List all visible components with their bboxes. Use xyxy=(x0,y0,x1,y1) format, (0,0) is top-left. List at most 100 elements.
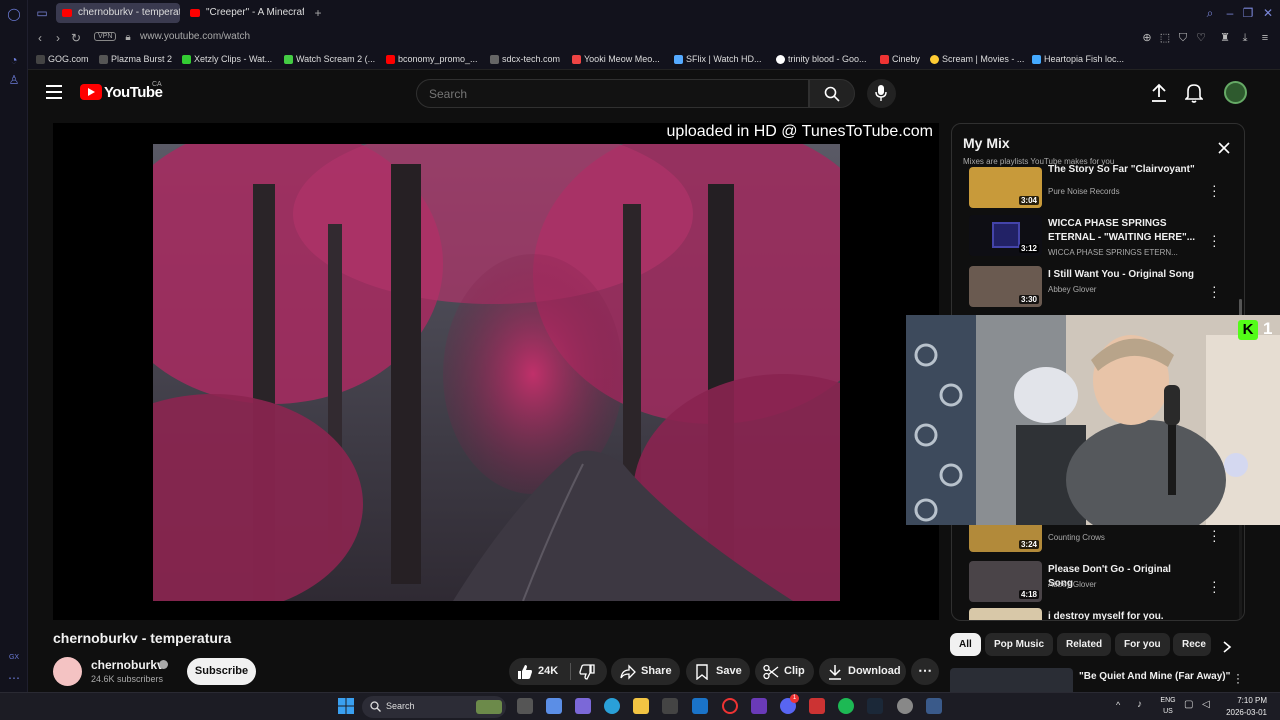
back-icon[interactable]: ‹ xyxy=(32,30,48,46)
upload-icon[interactable] xyxy=(1150,83,1168,103)
copilot-icon[interactable] xyxy=(546,698,562,714)
pocket-icon[interactable]: ⛉ xyxy=(1176,31,1190,45)
new-tab-icon[interactable]: + xyxy=(310,5,326,21)
chip-all[interactable]: All xyxy=(950,633,981,656)
tab-creeper[interactable]: "Creeper" - A Minecraft Pa xyxy=(184,3,304,23)
notifications-bell-icon[interactable] xyxy=(1185,83,1203,103)
spotify-icon[interactable] xyxy=(838,698,854,714)
steam-icon[interactable] xyxy=(867,698,883,714)
snapshot-icon[interactable]: ⬚ xyxy=(1158,31,1172,45)
more-icon[interactable]: ⋯ xyxy=(6,670,22,686)
bookmark-item[interactable]: Scream | Movies - ... xyxy=(930,54,1024,64)
opera-gx-icon[interactable] xyxy=(722,698,738,714)
chip-for-you[interactable]: For you xyxy=(1115,633,1170,656)
bookmark-item[interactable]: sdcx-tech.com xyxy=(490,54,560,64)
share-button[interactable]: Share xyxy=(611,658,680,685)
system-clock[interactable]: 7:10 PM 2026-03-01 xyxy=(1225,695,1267,719)
settings-icon[interactable] xyxy=(926,698,942,714)
url-field[interactable]: www.youtube.com/watch xyxy=(140,31,250,42)
language-indicator[interactable]: ENG US xyxy=(1158,695,1178,717)
kebab-menu-icon[interactable]: · · · xyxy=(1212,178,1217,202)
menu-icon[interactable]: ≡ xyxy=(1258,31,1272,45)
bookmark-item[interactable]: Cineby xyxy=(880,54,920,64)
save-button[interactable]: Save xyxy=(686,658,750,685)
chip-related[interactable]: Related xyxy=(1057,633,1112,656)
bookmark-item[interactable]: Watch Scream 2 (... xyxy=(284,54,375,64)
search-button[interactable] xyxy=(809,79,855,108)
kebab-menu-icon[interactable]: · · · xyxy=(1212,279,1217,303)
gx-social-icon[interactable]: ♙ xyxy=(6,72,22,88)
playlist-item[interactable]: 3:12 WICCA PHASE SPRINGS ETERNAL - "WAIT… xyxy=(969,215,1229,260)
download-button[interactable]: Download xyxy=(819,658,906,685)
playlist-item[interactable]: 4:18 Please Don't Go - Original Song Abb… xyxy=(969,561,1229,606)
dislike-icon[interactable] xyxy=(579,664,595,680)
visual-studio-icon[interactable] xyxy=(751,698,767,714)
search-tabs-icon[interactable]: ⌕ xyxy=(1202,5,1218,21)
playlist-item[interactable]: 3:30 I Still Want You - Original Song Ab… xyxy=(969,266,1229,311)
download-icon[interactable]: ⤓ xyxy=(1238,31,1252,45)
kebab-menu-icon[interactable]: · · · xyxy=(1212,523,1217,547)
tray-chevron-icon[interactable]: ^ xyxy=(1116,700,1120,710)
voice-search-button[interactable] xyxy=(867,79,896,108)
next-video-title[interactable]: "Be Quiet And Mine (Far Away)" xyxy=(1079,671,1230,682)
search-input[interactable] xyxy=(429,87,789,101)
minimize-icon[interactable]: – xyxy=(1222,5,1238,21)
account-avatar[interactable] xyxy=(1224,81,1247,104)
zoom-icon[interactable]: ⊕ xyxy=(1140,31,1154,45)
file-explorer-icon[interactable] xyxy=(633,698,649,714)
hamburger-menu-icon[interactable] xyxy=(46,85,62,99)
app-icon[interactable] xyxy=(809,698,825,714)
teams-icon[interactable] xyxy=(575,698,591,714)
tab-islands-icon[interactable]: ▭ xyxy=(34,5,50,21)
outlook-icon[interactable] xyxy=(692,698,708,714)
task-view-icon[interactable] xyxy=(517,698,533,714)
bookmark-item[interactable]: bconomy_promo_... xyxy=(386,54,478,64)
close-window-icon[interactable]: ✕ xyxy=(1260,5,1276,21)
edge-icon[interactable] xyxy=(604,698,620,714)
obs-icon[interactable] xyxy=(897,698,913,714)
chip-recent[interactable]: Rece xyxy=(1173,633,1211,656)
lock-icon[interactable]: 🔒︎ xyxy=(120,30,136,46)
next-video-thumbnail[interactable] xyxy=(950,668,1073,692)
heart-icon[interactable]: ♡ xyxy=(1194,31,1208,45)
microphone-tray-icon[interactable]: ♪ xyxy=(1137,699,1142,710)
chip-pop-music[interactable]: Pop Music xyxy=(985,633,1054,656)
tab-youtube[interactable]: chernoburkv - temperatura xyxy=(56,3,180,23)
bookmark-item[interactable]: Xetzly Clips - Wat... xyxy=(182,54,272,64)
video-frame[interactable] xyxy=(153,144,840,601)
more-actions-icon[interactable]: ⋯ xyxy=(911,658,939,685)
playlist-item[interactable]: 3:04 The Story So Far "Clairvoyant" Pure… xyxy=(969,164,1229,212)
search-box[interactable] xyxy=(416,79,809,108)
discord-icon[interactable]: 1 xyxy=(780,694,799,714)
subscribe-button[interactable]: Subscribe xyxy=(187,658,256,685)
store-icon[interactable] xyxy=(662,698,678,714)
taskbar-search[interactable]: Search xyxy=(362,696,506,718)
video-player[interactable]: uploaded in HD @ TunesToTube.com xyxy=(53,123,939,620)
channel-avatar[interactable] xyxy=(53,657,82,686)
close-icon[interactable] xyxy=(1218,142,1230,154)
kebab-menu-icon[interactable]: · · · xyxy=(1212,574,1217,598)
like-icon[interactable] xyxy=(517,664,533,680)
like-count[interactable]: 24K xyxy=(538,658,558,685)
kebab-menu-icon[interactable]: · · · xyxy=(1212,228,1217,252)
bookmark-item[interactable]: GOG.com xyxy=(36,54,89,64)
restore-icon[interactable]: ❐ xyxy=(1240,5,1256,21)
vpn-badge[interactable]: VPN xyxy=(94,32,117,41)
channel-name[interactable]: chernoburkv xyxy=(91,658,164,672)
forward-icon[interactable]: › xyxy=(50,30,66,46)
wallet-icon[interactable]: ♜ xyxy=(1218,31,1232,45)
opera-logo-icon[interactable]: ◯ xyxy=(6,6,22,22)
windows-start-icon[interactable] xyxy=(338,698,354,714)
kebab-menu-icon[interactable]: · · · xyxy=(1236,668,1240,688)
bookmark-item[interactable]: trinity blood - Goo... xyxy=(776,54,867,64)
volume-icon[interactable]: ◁ xyxy=(1202,699,1210,710)
clip-button[interactable]: Clip xyxy=(755,658,814,685)
gx-control-icon[interactable]: ◔ xyxy=(6,52,22,68)
playlist-item[interactable]: i destroy myself for you. xyxy=(969,608,1229,620)
bookmark-item[interactable]: Yooki Meow Meo... xyxy=(572,54,660,64)
bookmark-item[interactable]: Heartopia Fish loc... xyxy=(1032,54,1124,64)
bookmark-item[interactable]: Plazma Burst 2 xyxy=(99,54,172,64)
chevron-right-icon[interactable] xyxy=(1222,641,1232,653)
reload-icon[interactable]: ↻ xyxy=(68,30,84,46)
bookmark-item[interactable]: SFlix | Watch HD... xyxy=(674,54,762,64)
